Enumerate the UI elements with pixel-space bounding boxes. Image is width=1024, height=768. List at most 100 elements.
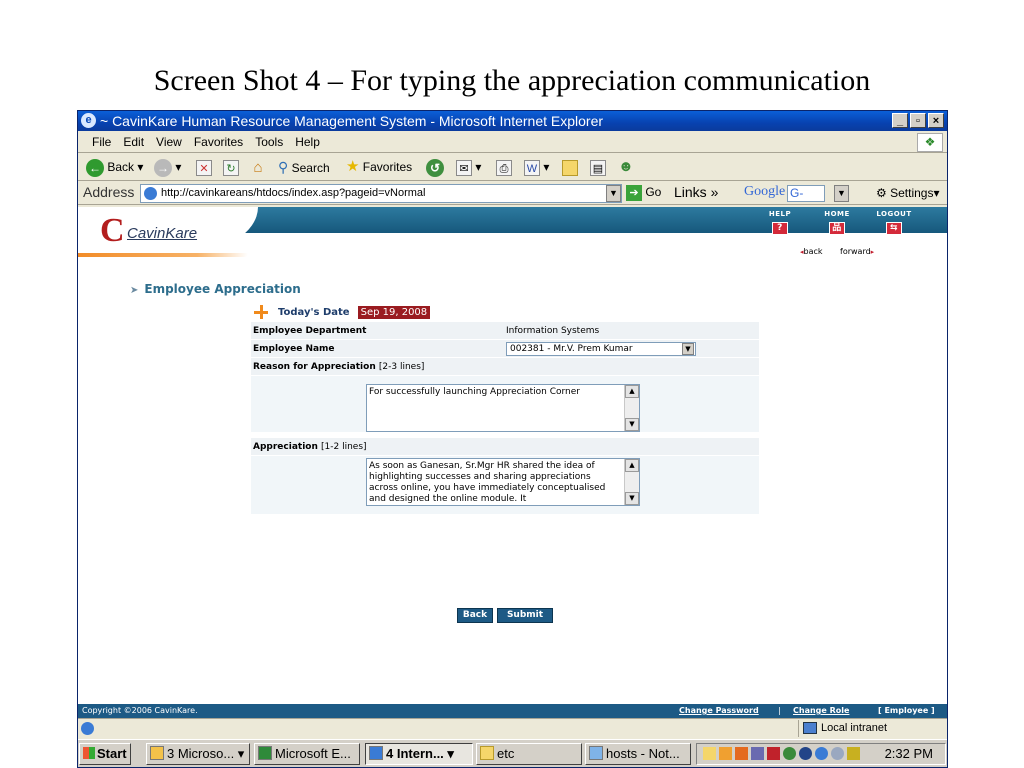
print-button[interactable]: ⎙	[496, 157, 512, 177]
right-triangle-icon: ▸	[870, 248, 875, 256]
task-etc-folder[interactable]: etc	[476, 743, 582, 765]
change-role-link[interactable]: Change Role	[793, 704, 849, 718]
employee-name-label: Employee Name	[253, 344, 335, 354]
back-label: Back	[107, 160, 135, 174]
page-content: C CavinKare HELP ? HOME 品 LOGOUT ⇆ ◂back…	[78, 207, 947, 718]
search-icon: ⚲	[278, 159, 289, 175]
home-button[interactable]: ⌂	[250, 157, 266, 177]
section-title: ➤ Employee Appreciation	[130, 282, 301, 296]
google-box-label: G-	[790, 186, 804, 200]
refresh-icon: ↻	[223, 159, 239, 176]
task-microsoft-excel[interactable]: Microsoft E...	[254, 743, 360, 765]
vpn-tray-icon[interactable]	[847, 747, 860, 760]
task-internet-explorer[interactable]: 4 Intern... ▾	[365, 743, 473, 765]
employee-name-select[interactable]: 002381 - Mr.V. Prem Kumar ▼	[506, 342, 696, 356]
notepad-icon	[589, 746, 603, 760]
todays-date-badge: Sep 19, 2008	[357, 306, 431, 319]
menu-file[interactable]: File	[86, 132, 117, 153]
toolbar: ← Back ▾ → ▾ ✕ ↻ ⌂ ⚲ Search ★ Favorites …	[78, 154, 947, 181]
settings-button[interactable]: ⚙ Settings▾	[876, 186, 939, 200]
minimize-button[interactable]: _	[892, 113, 908, 128]
logout-link[interactable]: LOGOUT ⇆	[876, 210, 912, 235]
history-button[interactable]: ↺	[426, 157, 444, 177]
google-dropdown-icon[interactable]: ▼	[834, 185, 849, 202]
ie-task-icon	[369, 746, 383, 760]
task-microsoft-outlook[interactable]: 3 Microso... ▾	[146, 743, 250, 765]
menu-view[interactable]: View	[150, 132, 188, 153]
start-button[interactable]: Start	[79, 743, 131, 765]
department-value: Information Systems	[506, 326, 600, 336]
cross-icon	[254, 305, 268, 319]
menu-edit[interactable]: Edit	[117, 132, 150, 153]
reason-textarea[interactable]: For successfully launching Appreciation …	[366, 384, 640, 432]
edit-button[interactable]: W ▾	[524, 157, 549, 177]
intranet-icon	[803, 722, 817, 734]
update-tray-icon[interactable]	[831, 747, 844, 760]
appreciation-scrollbar[interactable]: ▲ ▼	[624, 459, 639, 505]
menu-help[interactable]: Help	[289, 132, 326, 153]
search-button[interactable]: ⚲ Search	[278, 157, 330, 177]
section-arrow-icon: ➤	[130, 285, 139, 296]
forward-button[interactable]: → ▾	[154, 157, 181, 177]
logo-mark-icon: C	[100, 212, 125, 249]
back-link-label: back	[803, 247, 823, 256]
google-search-box[interactable]: G-	[787, 185, 825, 202]
messenger-button[interactable]: ☻	[618, 157, 634, 177]
reason-hint: [2-3 lines]	[378, 362, 425, 372]
back-link[interactable]: ◂back	[800, 247, 823, 256]
go-label: Go	[645, 185, 662, 200]
folder-button[interactable]	[562, 157, 578, 177]
mail-tray-icon[interactable]	[703, 747, 716, 760]
scroll-up-icon[interactable]: ▲	[625, 385, 639, 398]
menu-tools[interactable]: Tools	[249, 132, 289, 153]
logout-label: LOGOUT	[876, 210, 912, 218]
scroll-down-icon[interactable]: ▼	[625, 492, 639, 505]
title-bar[interactable]: e ~ CavinKare Human Resource Management …	[78, 111, 947, 131]
mail-button[interactable]: ✉ ▾	[456, 157, 481, 177]
task-label: etc	[497, 746, 515, 761]
back-button[interactable]: ← Back ▾	[86, 157, 143, 177]
media-tray-icon[interactable]	[799, 747, 812, 760]
antivirus-tray-icon[interactable]	[815, 747, 828, 760]
change-password-link[interactable]: Change Password	[679, 704, 759, 718]
refresh-button[interactable]: ↻	[223, 157, 239, 177]
stop-button[interactable]: ✕	[196, 157, 212, 177]
word-tray-icon[interactable]	[767, 747, 780, 760]
submit-button[interactable]: Submit	[497, 608, 553, 623]
favorites-button[interactable]: ★ Favorites	[346, 157, 412, 177]
appreciation-textarea[interactable]: As soon as Ganesan, Sr.Mgr HR shared the…	[366, 458, 640, 506]
todays-date-label: Today's Date	[278, 307, 350, 318]
section-title-label: Employee Appreciation	[144, 282, 301, 296]
chevron-down-icon[interactable]: ▼	[682, 343, 694, 355]
research-button[interactable]: ▤	[590, 157, 606, 177]
maximize-button[interactable]: ▫	[910, 113, 926, 128]
help-link[interactable]: HELP ?	[768, 210, 792, 235]
menu-favorites[interactable]: Favorites	[188, 132, 249, 153]
orange-swoosh	[78, 253, 248, 257]
help-icon: ?	[772, 222, 788, 235]
todays-date-row: Today's Date Sep 19, 2008	[254, 305, 431, 319]
close-button[interactable]: ×	[928, 113, 944, 128]
department-label: Employee Department	[253, 326, 367, 336]
address-dropdown-icon[interactable]: ▼	[606, 185, 621, 202]
task-hosts-notepad[interactable]: hosts - Not...	[585, 743, 691, 765]
status-bar: Local intranet	[78, 718, 947, 738]
appreciation-label-text: Appreciation	[253, 442, 318, 452]
back-form-button[interactable]: Back	[457, 608, 493, 623]
home-label: HOME	[824, 210, 850, 218]
links-button[interactable]: Links »	[674, 184, 718, 200]
messenger-tray-icon[interactable]	[783, 747, 796, 760]
go-button[interactable]: ➔ Go	[626, 185, 661, 201]
appreciation-form: Employee Department Information Systems …	[251, 322, 759, 514]
favorites-label: Favorites	[362, 160, 413, 174]
network-tray-icon[interactable]	[751, 747, 764, 760]
home-link[interactable]: HOME 品	[824, 210, 850, 235]
forward-link[interactable]: forward▸	[840, 247, 874, 256]
scroll-down-icon[interactable]: ▼	[625, 418, 639, 431]
reason-scrollbar[interactable]: ▲ ▼	[624, 385, 639, 431]
app-tray-icon[interactable]	[735, 747, 748, 760]
scroll-up-icon[interactable]: ▲	[625, 459, 639, 472]
appreciation-label-row: Appreciation [1-2 lines]	[251, 438, 759, 456]
clock-tray-icon[interactable]	[719, 747, 732, 760]
address-input[interactable]: http://cavinkareans/htdocs/index.asp?pag…	[140, 184, 622, 203]
